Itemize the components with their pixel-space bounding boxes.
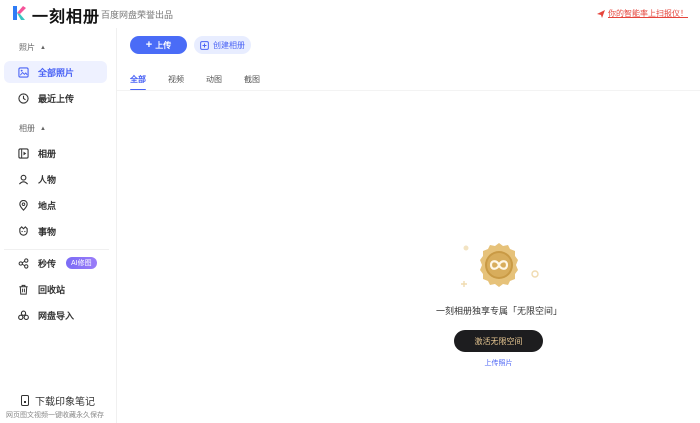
sidebar-item-recent[interactable]: 最近上传 xyxy=(4,87,107,109)
promo-text: 你的智能率上扫报仪！ xyxy=(608,9,688,18)
object-icon xyxy=(19,225,28,236)
tab-all[interactable]: 全部 xyxy=(130,74,146,91)
sidebar-item-label: 回收站 xyxy=(38,284,66,295)
upload-button[interactable]: + 上传 xyxy=(130,36,187,54)
promo-link[interactable]: 你的智能率上扫报仪！ xyxy=(597,8,688,19)
activate-unlimited-button[interactable]: 激活无限空间 xyxy=(454,330,543,352)
phone-icon xyxy=(21,395,29,406)
caret-up-icon: ▲ xyxy=(40,44,46,51)
tab-screenshots[interactable]: 截图 xyxy=(244,74,260,85)
app-header: 一刻相册 百度网盘荣誉出品 你的智能率上扫报仪！ xyxy=(0,0,700,28)
upload-button-label: 上传 xyxy=(155,40,172,50)
tab-gifs[interactable]: 动图 xyxy=(206,74,222,85)
trash-icon xyxy=(19,284,28,295)
section-albums-label: 相册 xyxy=(19,124,35,133)
download-label: 下载印象笔记 xyxy=(35,397,95,408)
clock-icon xyxy=(18,92,29,104)
sidebar-item-albums[interactable]: 相册 xyxy=(4,142,107,164)
sidebar-item-label: 全部照片 xyxy=(38,67,75,78)
sidebar-item-label: 相册 xyxy=(38,148,57,159)
sidebar-item-places[interactable]: 地点 xyxy=(4,194,107,216)
sidebar-item-transfer[interactable]: 秒传 AI修图 xyxy=(4,252,107,274)
upload-photos-link[interactable]: 上传照片 xyxy=(472,358,525,368)
sidebar-item-label: 事物 xyxy=(38,226,57,237)
photos-icon xyxy=(18,66,29,78)
app-title: 一刻相册 xyxy=(32,9,101,26)
location-icon xyxy=(19,199,28,211)
empty-state-title: 一刻相册独享专属「无限空间」 xyxy=(435,306,562,316)
sidebar-item-label: 网盘导入 xyxy=(38,310,75,321)
sidebar: 照片 ▲ 全部照片 最近上传 相册 ▲ 相册 人物 地点 事物 秒传 AI修图 … xyxy=(0,28,117,423)
create-album-button[interactable]: 创建相册 xyxy=(194,36,251,54)
section-photos-label: 照片 xyxy=(19,43,35,52)
media-tabs: 全部 视频 动图 截图 xyxy=(130,74,282,91)
download-evernote-link[interactable]: 下载印象笔记 xyxy=(20,393,95,408)
app-logo-icon xyxy=(13,6,26,20)
section-albums[interactable]: 相册 ▲ xyxy=(19,123,46,134)
tabs-divider xyxy=(117,90,700,91)
album-icon xyxy=(18,147,29,159)
caret-up-icon: ▲ xyxy=(40,125,46,132)
download-subtext: 网页图文视频一键收藏永久保存 xyxy=(6,412,104,419)
infinity-medal-icon xyxy=(461,243,539,287)
sidebar-item-label: 最近上传 xyxy=(38,93,75,104)
sidebar-item-trash[interactable]: 回收站 xyxy=(4,278,107,300)
sidebar-item-people[interactable]: 人物 xyxy=(4,168,107,190)
sidebar-item-things[interactable]: 事物 xyxy=(4,220,107,242)
sidebar-item-label: 秒传 xyxy=(38,258,57,269)
section-photos[interactable]: 照片 ▲ xyxy=(19,42,46,53)
send-icon xyxy=(597,9,605,18)
cloud-import-icon xyxy=(18,310,29,320)
create-album-label: 创建相册 xyxy=(213,40,245,50)
ai-badge: AI修图 xyxy=(66,257,97,269)
add-square-icon xyxy=(200,40,209,50)
plus-icon: + xyxy=(145,38,153,51)
sidebar-item-label: 人物 xyxy=(38,174,57,185)
sidebar-divider xyxy=(4,249,109,250)
share-icon xyxy=(18,257,29,269)
sidebar-item-label: 地点 xyxy=(38,200,57,211)
tab-videos[interactable]: 视频 xyxy=(168,74,184,85)
app-subtitle: 百度网盘荣誉出品 xyxy=(101,10,174,20)
sidebar-item-all-photos[interactable]: 全部照片 xyxy=(4,61,107,83)
person-icon xyxy=(18,174,29,184)
sidebar-item-cloud-import[interactable]: 网盘导入 xyxy=(4,304,107,326)
